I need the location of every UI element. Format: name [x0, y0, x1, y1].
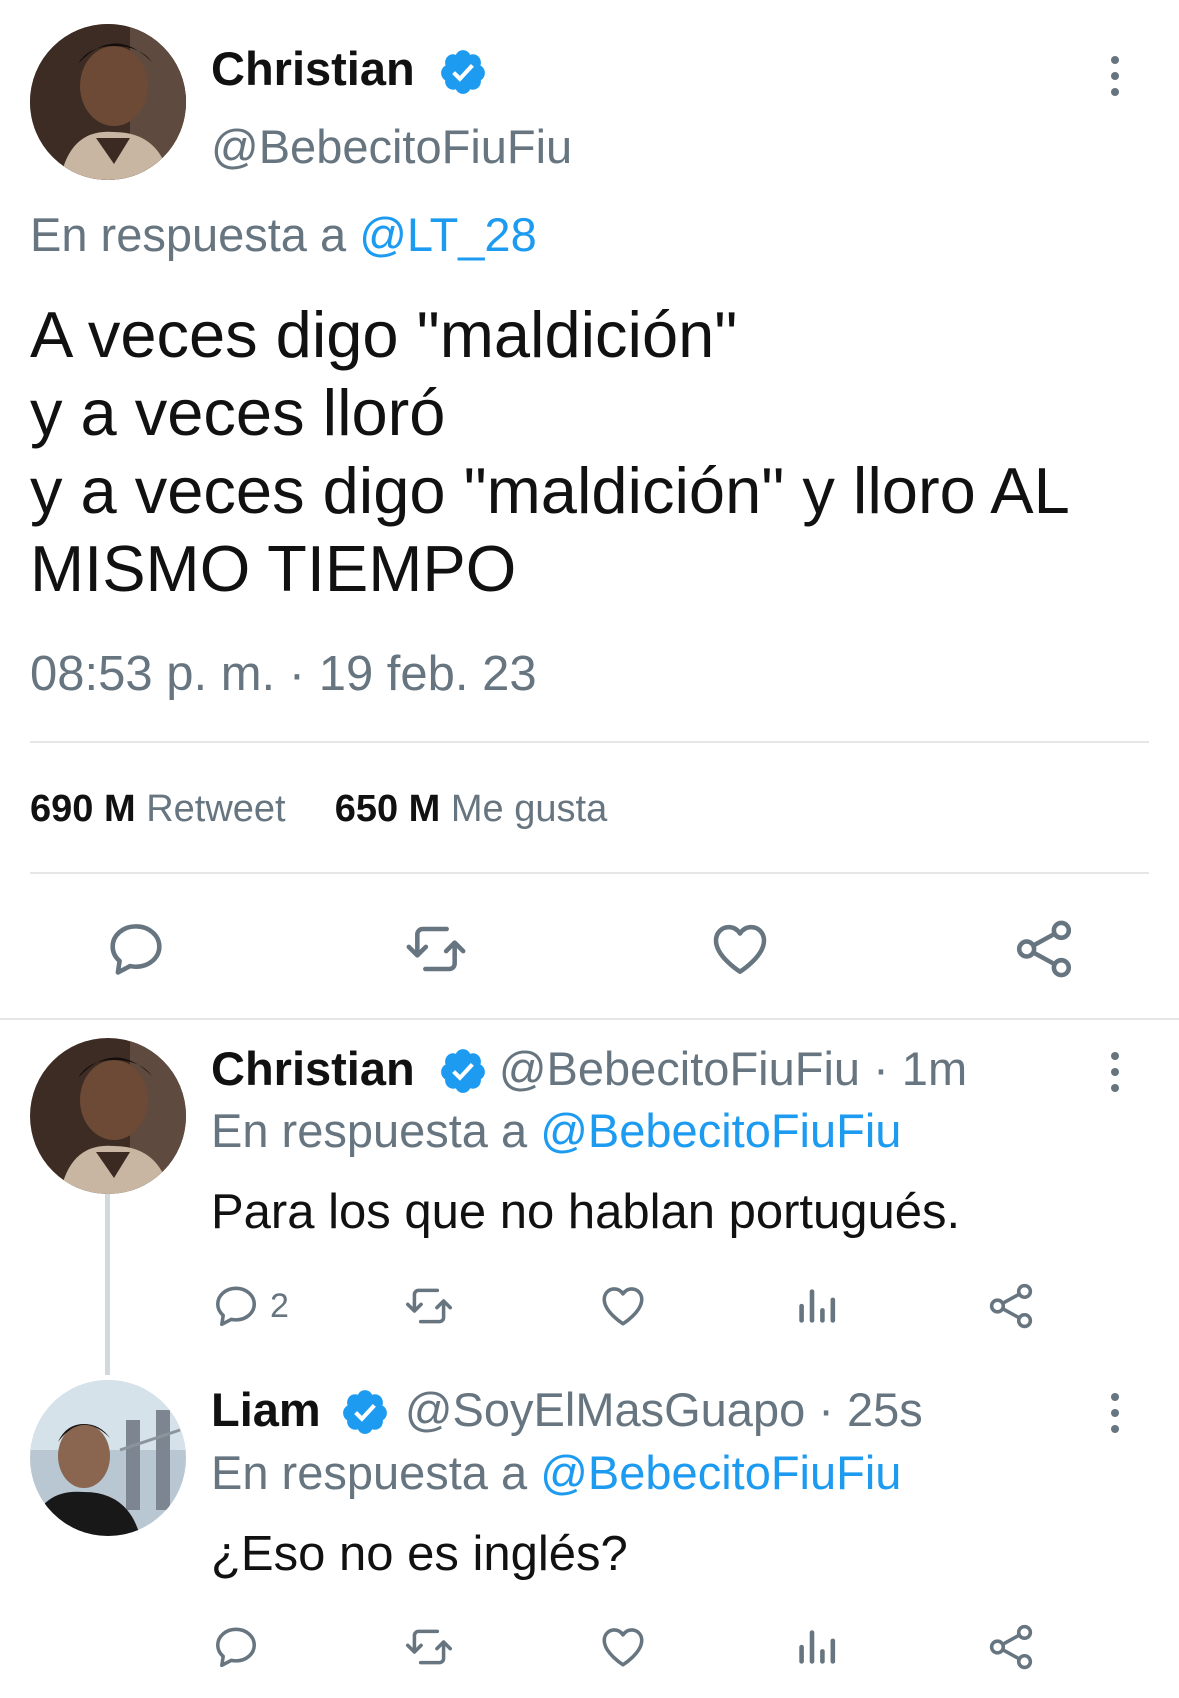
retweet-count: 690 M — [30, 788, 136, 830]
like-stat[interactable]: 650 M Me gusta — [335, 788, 608, 830]
thread-line — [105, 1190, 110, 1375]
reply-header: Liam @SoyElMasGuapo · 25s — [211, 1383, 923, 1437]
retweet-label: Retweet — [146, 788, 286, 830]
reply-context: En respuesta a @BebecitoFiuFiu — [211, 1446, 901, 1500]
reply-icon[interactable] — [211, 1281, 261, 1331]
avatar[interactable] — [30, 24, 186, 180]
reply-context: En respuesta a @BebecitoFiuFiu — [211, 1104, 901, 1158]
reply-context: En respuesta a @LT_28 — [30, 208, 537, 262]
retweet-icon[interactable] — [404, 1622, 454, 1672]
more-vertical-icon[interactable] — [1111, 1393, 1119, 1433]
reply-count: 2 — [270, 1287, 289, 1325]
reply-time: · 25s — [818, 1383, 923, 1436]
tweet-text-line: y a veces lloró — [30, 376, 446, 449]
author-name[interactable]: Liam — [211, 1383, 321, 1436]
tweet-thread: Christian @BebecitoFiuFiu En respuesta a… — [0, 0, 1179, 1698]
tweet-timestamp[interactable]: 08:53 p. m. · 19 feb. 23 — [30, 646, 537, 702]
verified-badge-icon — [438, 47, 488, 97]
author-name[interactable]: Christian — [211, 42, 415, 96]
heart-icon[interactable] — [598, 1622, 648, 1672]
reply-icon[interactable] — [104, 917, 168, 981]
reply-text: Para los que no hablan portugués. — [211, 1185, 961, 1239]
share-icon[interactable] — [986, 1622, 1036, 1672]
more-vertical-icon[interactable] — [1111, 56, 1119, 96]
reply-prefix: En respuesta a — [30, 208, 347, 261]
verified-badge-icon — [438, 1046, 488, 1096]
author-name[interactable]: Christian — [211, 1042, 415, 1095]
author-handle[interactable]: @BebecitoFiuFiu — [211, 120, 572, 174]
stats-icon[interactable] — [792, 1281, 842, 1331]
reply-prefix: En respuesta a — [211, 1104, 528, 1157]
like-label: Me gusta — [450, 788, 608, 830]
avatar[interactable] — [30, 1038, 186, 1194]
reply-to-link[interactable]: @BebecitoFiuFiu — [540, 1104, 901, 1157]
retweet-icon[interactable] — [404, 1281, 454, 1331]
tweet-text: A veces digo "maldición" y a veces lloró… — [30, 296, 1070, 608]
divider — [0, 1018, 1179, 1020]
stats-icon[interactable] — [792, 1622, 842, 1672]
more-vertical-icon[interactable] — [1111, 1052, 1119, 1092]
divider — [30, 872, 1149, 874]
retweet-stat[interactable]: 690 M Retweet — [30, 788, 296, 830]
reply-prefix: En respuesta a — [211, 1446, 528, 1499]
reply-to-link[interactable]: @BebecitoFiuFiu — [540, 1446, 901, 1499]
retweet-icon[interactable] — [404, 917, 468, 981]
heart-icon[interactable] — [708, 917, 772, 981]
heart-icon[interactable] — [598, 1281, 648, 1331]
avatar[interactable] — [30, 1380, 186, 1536]
author-handle[interactable]: @SoyElMasGuapo — [405, 1383, 805, 1436]
reply-time: · 1m — [873, 1042, 968, 1095]
tweet-text-line: A veces digo "maldición" — [30, 298, 738, 371]
author-handle[interactable]: @BebecitoFiuFiu — [499, 1042, 860, 1095]
divider — [30, 741, 1149, 743]
tweet-text-line: MISMO TIEMPO — [30, 532, 517, 605]
share-icon[interactable] — [986, 1281, 1036, 1331]
engagement-stats: 690 M Retweet 650 M Me gusta — [30, 787, 607, 831]
tweet-text-line: y a veces digo "maldición" y lloro AL — [30, 454, 1070, 527]
share-icon[interactable] — [1012, 917, 1076, 981]
reply-icon[interactable] — [211, 1622, 261, 1672]
like-count: 650 M — [334, 788, 441, 830]
reply-header: Christian @BebecitoFiuFiu · 1m — [211, 1042, 967, 1096]
verified-badge-icon — [340, 1387, 390, 1437]
reply-to-link[interactable]: @LT_28 — [359, 208, 537, 261]
reply-text: ¿Eso no es inglés? — [211, 1527, 628, 1581]
